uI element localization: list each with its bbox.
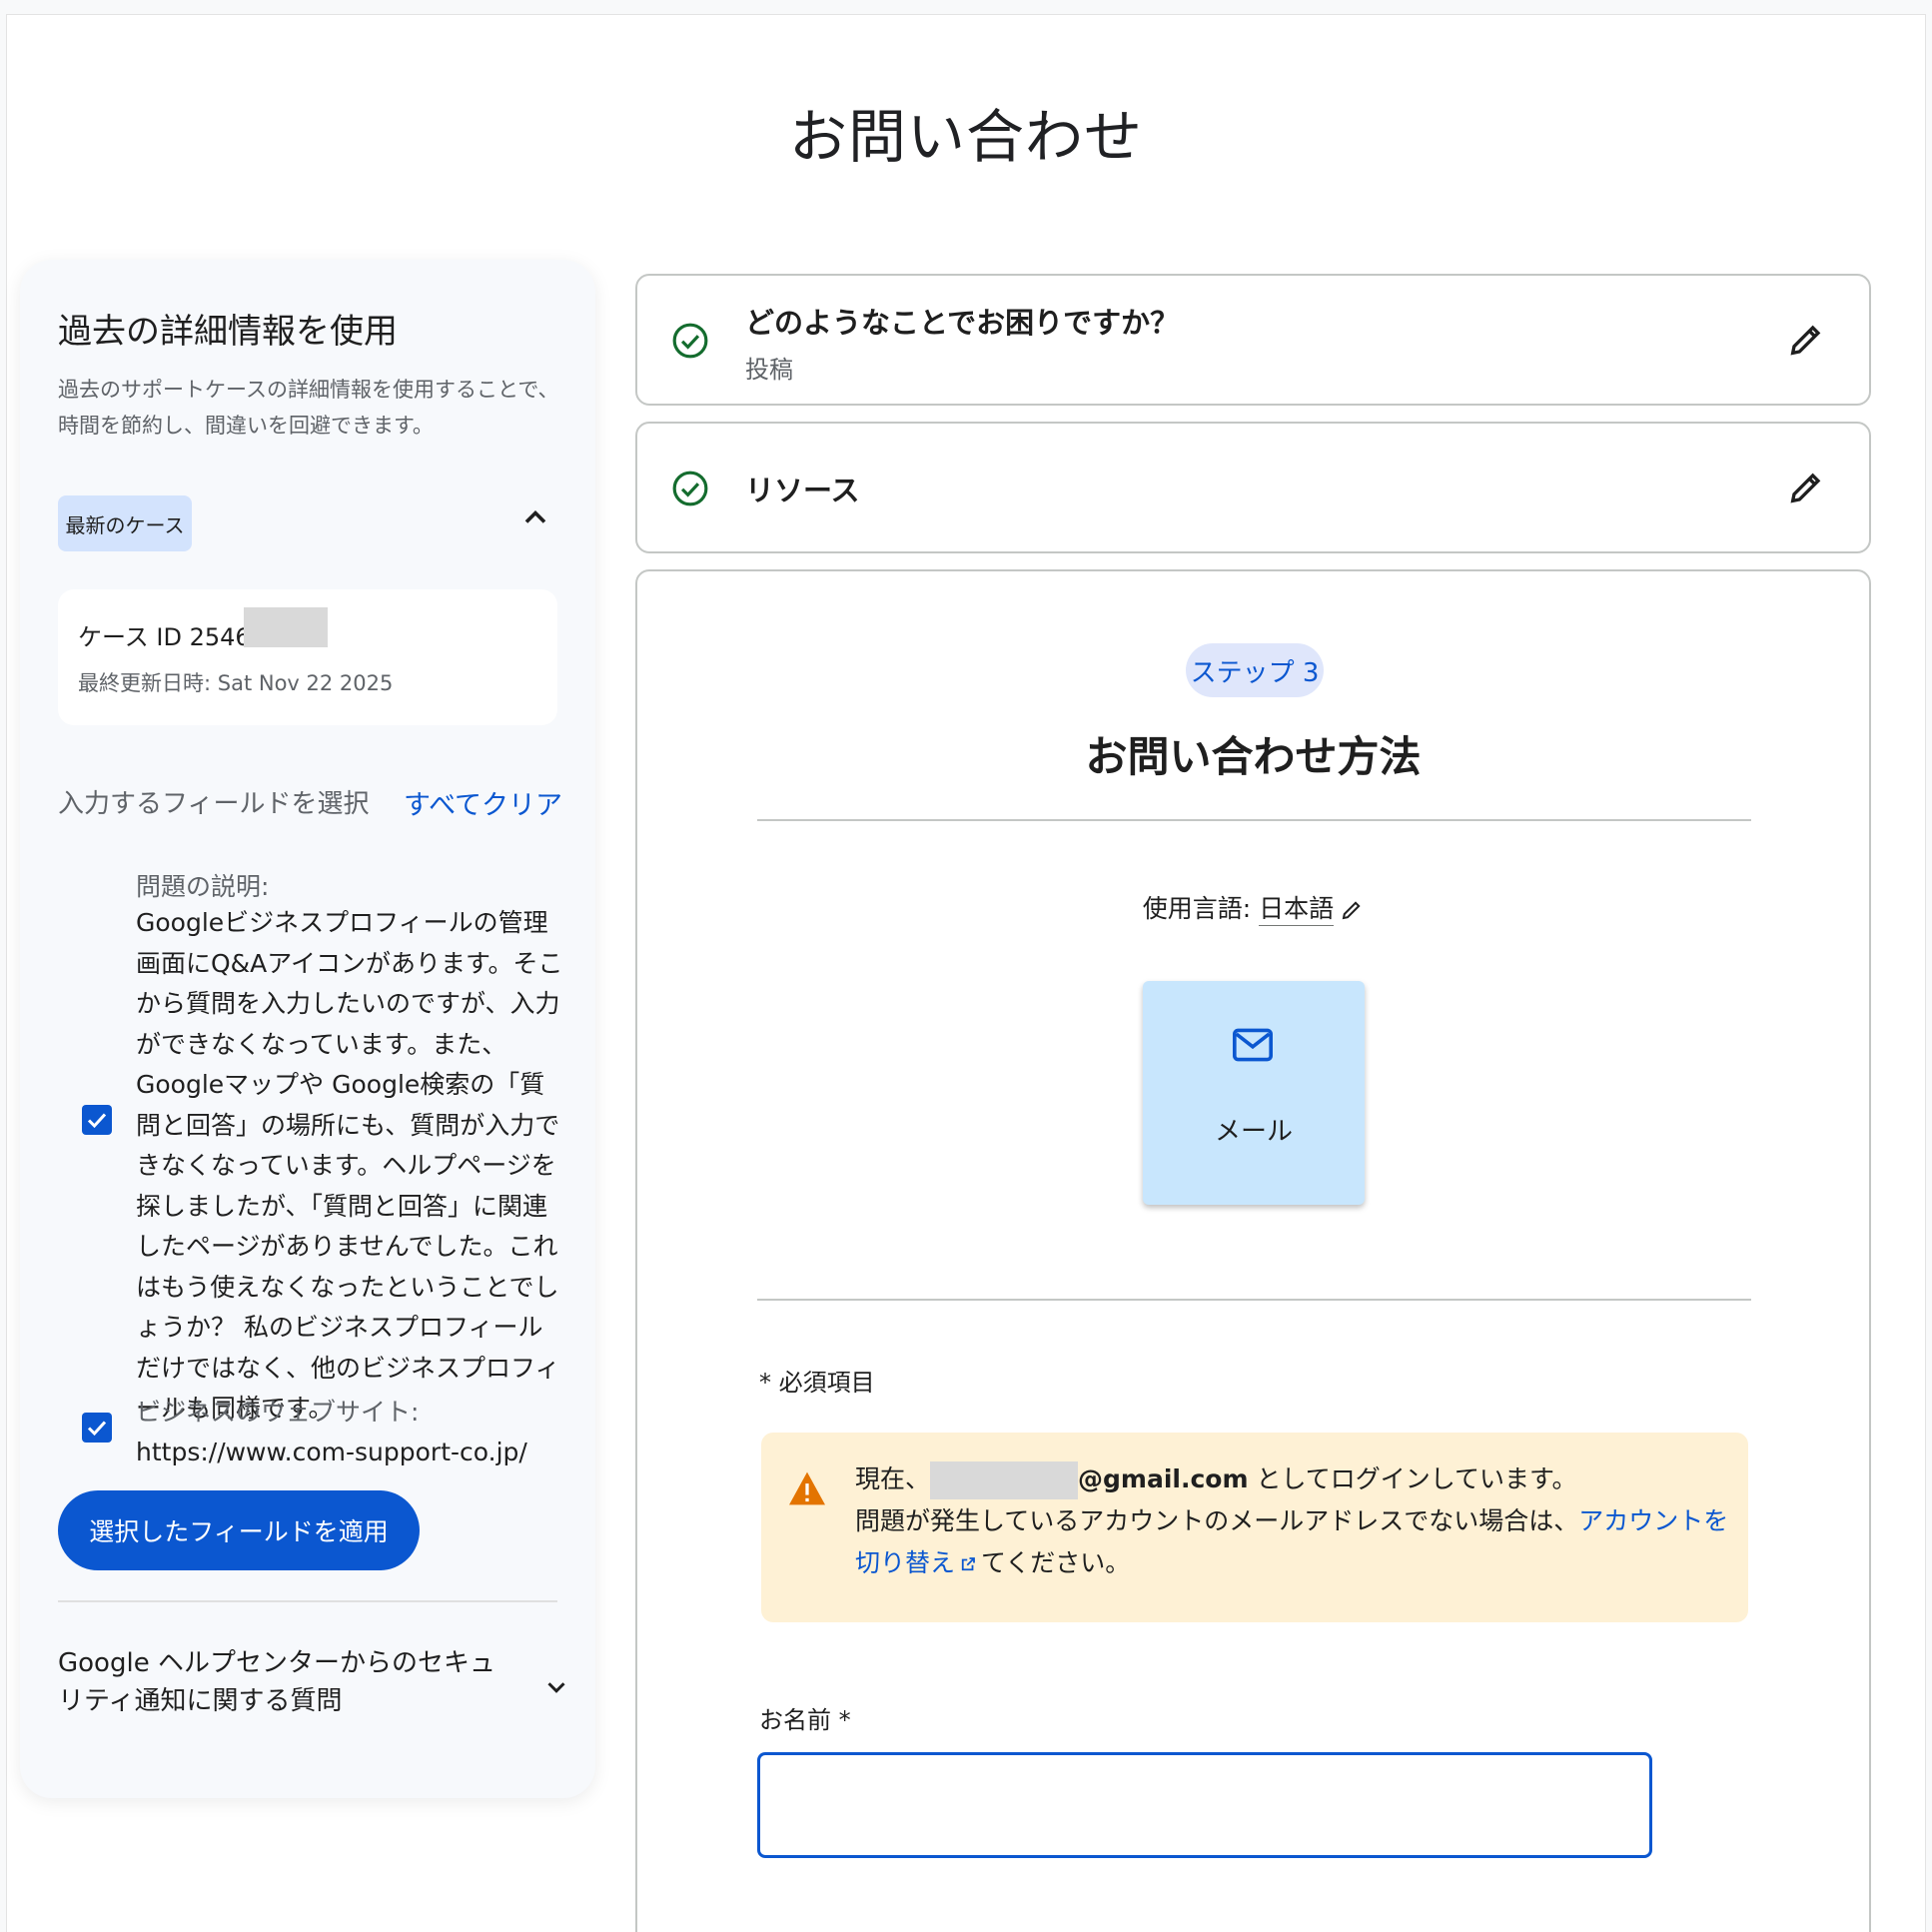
warning-line2: 問題が発生しているアカウントのメールアドレスでない場合は、 (855, 1506, 1579, 1535)
page-title: お問い合わせ (788, 103, 1143, 171)
chevron-up-icon[interactable] (517, 499, 553, 535)
redacted-block (930, 1461, 1079, 1499)
step-2-title: リソース (745, 474, 860, 507)
checkmark-icon (87, 1113, 107, 1129)
warning-tail: てください。 (981, 1548, 1131, 1577)
email-option-label: メール (1214, 1117, 1293, 1147)
step-1-card: どのようなことでお困りですか？ 投稿 (635, 274, 1871, 406)
warning-icon (789, 1471, 825, 1505)
checkmark-icon (87, 1421, 107, 1437)
warning-email: @gmail.com (1078, 1464, 1249, 1493)
step-3-card: ステップ 3 お問い合わせ方法 使用言語: 日本語 メール * 必須項目 現在、… (635, 569, 1871, 1932)
field-value-website: https://www.com-support-co.jp/ (136, 1438, 527, 1466)
apply-fields-button[interactable]: 選択したフィールドを適用 (58, 1490, 420, 1570)
warning-text: 現在、 @gmail.com としてログインしています。 問題が発生しているアカウ… (855, 1458, 1734, 1584)
checkbox-problem-description[interactable] (82, 1105, 112, 1135)
mail-icon (1233, 1028, 1273, 1062)
pencil-icon[interactable] (1786, 320, 1826, 360)
panel-title: 過去の詳細情報を使用 (58, 312, 398, 352)
warning-prefix: 現在、 (855, 1464, 931, 1493)
warning-logged-in: としてログインしています。 (1248, 1464, 1577, 1493)
required-note: * 必須項目 (759, 1369, 875, 1397)
pencil-icon[interactable] (1786, 468, 1826, 507)
step-2-card: リソース (635, 422, 1871, 553)
external-link-icon (961, 1557, 975, 1571)
step-1-title: どのようなことでお困りですか？ (745, 306, 1180, 340)
field-value-problem: Googleビジネスプロフィールの管理画面にQ&Aアイコンがあります。そこから質… (136, 908, 563, 1423)
name-input[interactable] (757, 1752, 1652, 1858)
pencil-icon[interactable] (1340, 898, 1364, 922)
divider (58, 1600, 557, 1602)
redacted-block (244, 607, 328, 647)
field-label-website: ビジネスのウェブサイト: (136, 1398, 420, 1427)
step-3-chip: ステップ 3 (1186, 643, 1324, 697)
case-updated-date: 最終更新日時: Sat Nov 22 2025 (78, 671, 394, 695)
latest-case-chip: 最新のケース (58, 495, 192, 551)
email-contact-option[interactable]: メール (1143, 981, 1365, 1205)
name-label: お名前 * (759, 1706, 851, 1734)
language-label: 使用言語: (1142, 894, 1260, 923)
divider (757, 819, 1751, 821)
check-circle-icon (672, 471, 708, 506)
panel-description: 過去のサポートケースの詳細情報を使用することで、時間を節約し、間違いを回避できま… (58, 378, 559, 438)
case-card[interactable]: ケース ID 254669 最終更新日時: Sat Nov 22 2025 (58, 589, 557, 725)
security-question-item[interactable]: Google ヘルプセンターからのセキュリティ通知に関する質問 (58, 1644, 497, 1720)
past-details-panel: 過去の詳細情報を使用 過去のサポートケースの詳細情報を使用することで、時間を節約… (20, 260, 595, 1798)
language-value[interactable]: 日本語 (1259, 894, 1335, 926)
account-warning-box: 現在、 @gmail.com としてログインしています。 問題が発生しているアカウ… (761, 1433, 1748, 1622)
step-1-subtitle: 投稿 (745, 356, 793, 384)
checkbox-business-website[interactable] (82, 1413, 112, 1443)
chevron-down-icon[interactable] (541, 1672, 571, 1702)
language-row: 使用言語: 日本語 (637, 889, 1869, 926)
check-circle-icon (672, 323, 708, 359)
divider (757, 1299, 1751, 1301)
field-select-label: 入力するフィールドを選択 (58, 789, 370, 819)
field-label-problem: 問題の説明: (136, 872, 270, 901)
contact-method-title: お問い合わせ方法 (1085, 732, 1422, 781)
clear-all-link[interactable]: すべてクリア (404, 783, 562, 822)
